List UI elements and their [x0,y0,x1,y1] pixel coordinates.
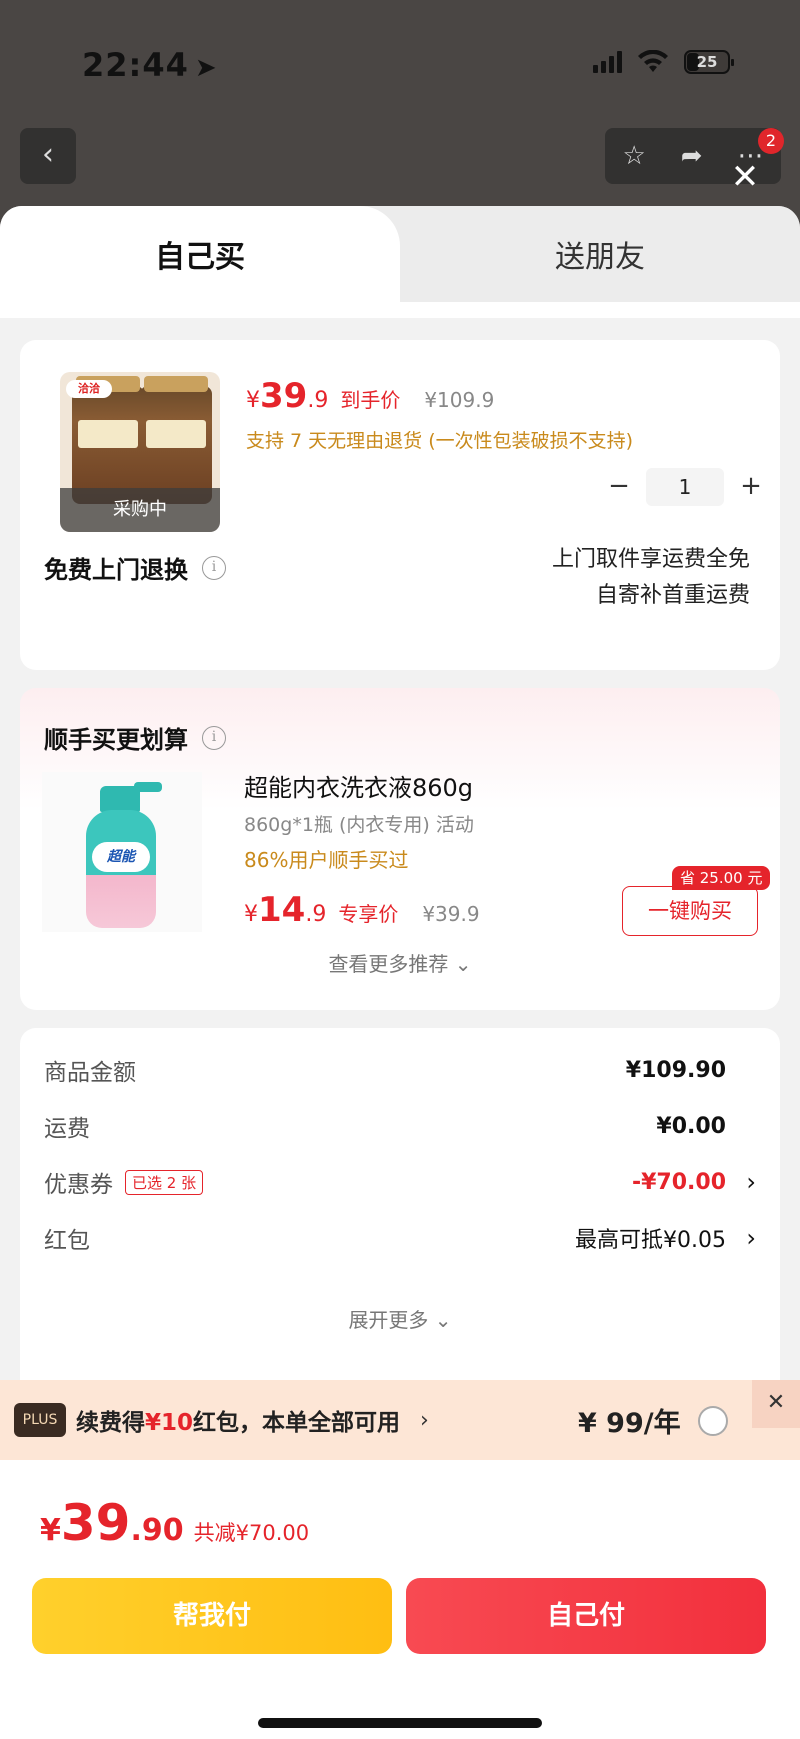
plus-badge: PLUS [14,1403,66,1437]
jar-left [72,376,144,504]
location-arrow-icon: ➤ [194,53,218,83]
tabs-underlay [0,302,800,318]
close-sheet-icon[interactable]: ✕ [728,160,762,194]
recommend-product-image[interactable]: 超能 [42,772,202,932]
close-icon[interactable]: ✕ [752,1380,800,1428]
total-integer: 39 [60,1494,131,1552]
wifi-icon [638,50,668,72]
product-image[interactable]: 洽洽 采购中 [60,372,220,532]
pay-myself-button[interactable]: 自己付 [406,1578,766,1654]
tab-buy-for-self[interactable]: 自己买 [0,206,400,302]
plus-text-prefix: 续费得 [76,1410,145,1436]
status-bar: 22:44 ➤ 25 [0,0,800,110]
plus-membership-bar[interactable]: PLUS 续费得¥10红包，本单全部可用 › ¥ 99/年 ✕ [0,1380,800,1460]
recommend-title: 顺手买更划算 i [44,720,226,755]
original-price: ¥39.9 [422,902,480,926]
plus-text-suffix: 红包，本单全部可用 [193,1410,401,1436]
time-text: 22:44 [82,46,189,84]
summary-row-red-packet[interactable]: 红包 最高可抵¥0.05 › [44,1218,756,1258]
purchase-tabs: 自己买 送朋友 [0,206,800,302]
plus-text-highlight: ¥10 [145,1410,194,1436]
battery-level: 25 [696,53,718,71]
home-indicator [258,1718,542,1728]
summary-row-shipping: 运费 ¥0.00 [44,1106,756,1146]
payment-area: ¥ 39 .90 共减¥70.00 帮我付 自己付 [0,1460,800,1739]
decrease-quantity-button[interactable]: − [602,470,636,504]
coupon-selected-badge: 已选 2 张 [125,1169,204,1195]
jar-right [140,376,212,504]
increase-quantity-button[interactable]: + [734,470,768,504]
share-icon[interactable]: ➦ [681,141,703,171]
quantity-stepper: − 1 + [602,468,768,506]
price-label: 专享价 [338,902,399,926]
brand-logo: 洽洽 [66,380,112,398]
recommend-price: ¥ 14 .9 专享价 ¥39.9 [244,890,480,930]
summary-row-coupon[interactable]: 优惠券 已选 2 张 -¥70.00 › [44,1162,756,1202]
summary-label: 运费 [44,1116,90,1142]
info-icon[interactable]: i [202,555,226,580]
summary-label: 红包 [44,1228,90,1254]
back-button[interactable]: ‹ [20,128,76,184]
recommend-card: 顺手买更划算 i 超能 超能内衣洗衣液860g 860g*1瓶 (内衣专用) 活… [20,688,780,1010]
bottle-logo: 超能 [92,842,150,872]
view-more-recommendations-link[interactable]: 查看更多推荐 ⌄ [20,948,780,977]
summary-value: ¥0.00 [656,1113,726,1139]
free-return-title: 免费上门退换 i [44,550,226,585]
help-me-pay-button[interactable]: 帮我付 [32,1578,392,1654]
expand-more-link[interactable]: 展开更多 ⌄ [20,1304,780,1333]
status-time: 22:44 ➤ [82,46,218,84]
purchasing-tag: 采购中 [60,488,220,532]
info-icon[interactable]: i [202,725,226,750]
currency-symbol: ¥ [246,388,260,413]
price-integer: 39 [260,376,308,416]
bottle-cap [100,786,140,812]
free-return-label: 免费上门退换 [44,556,188,584]
recommend-item-spec: 860g*1瓶 (内衣专用) 活动 [244,814,474,836]
price-integer: 14 [258,890,306,930]
product-card: 洽洽 采购中 ¥ 39 .9 到手价 ¥109.9 支持 7 天无理由退货 (一… [20,340,780,670]
chevron-right-icon[interactable]: › [726,1224,756,1252]
cellular-signal-icon [593,51,622,73]
one-click-buy-button[interactable]: 一键购买 [622,886,758,936]
tab-send-to-friend[interactable]: 送朋友 [400,206,800,302]
notification-badge: 2 [758,128,784,154]
plus-price: ¥ 99/年 [578,1407,681,1439]
free-return-line2: 自寄补首重运费 [595,583,750,608]
product-price: ¥ 39 .9 到手价 ¥109.9 [246,376,494,416]
summary-label: 优惠券 [44,1172,113,1198]
save-amount-badge: 省 25.00 元 [672,866,771,890]
free-return-line1: 上门取件享运费全免 [551,547,750,572]
favorite-star-icon[interactable]: ☆ [622,141,645,171]
plus-promo-text: 续费得¥10红包，本单全部可用 [76,1403,400,1437]
price-decimal: .9 [305,902,327,927]
total-saved: 共减¥70.00 [193,1521,310,1545]
recommend-item-name[interactable]: 超能内衣洗衣液860g [244,768,473,803]
recommend-social-proof: 86%用户顺手买过 [244,848,409,872]
currency-symbol: ¥ [40,1513,61,1548]
quantity-value[interactable]: 1 [646,468,724,506]
summary-value: 最高可抵¥0.05 [575,1228,726,1253]
total-price: ¥ 39 .90 共减¥70.00 [40,1494,309,1552]
plus-select-radio[interactable] [698,1406,728,1436]
free-return-details: 上门取件享运费全免 自寄补首重运费 [552,542,750,614]
summary-row-goods-amount: 商品金额 ¥109.90 [44,1050,756,1090]
return-policy: 支持 7 天无理由退货 (一次性包装破损不支持) [246,430,634,452]
summary-value: ¥109.90 [625,1057,726,1083]
total-decimal: .90 [130,1513,184,1548]
currency-symbol: ¥ [244,902,258,927]
price-decimal: .9 [307,388,329,413]
battery-icon: 25 [684,50,734,74]
summary-value: -¥70.00 [631,1169,726,1195]
summary-label: 商品金额 [44,1060,136,1086]
status-icons: 25 [593,50,734,74]
original-price: ¥109.9 [424,388,495,412]
chevron-right-icon[interactable]: › [420,1408,429,1433]
chevron-right-icon[interactable]: › [726,1168,756,1196]
recommend-title-text: 顺手买更划算 [44,726,188,754]
price-label: 到手价 [340,388,401,412]
